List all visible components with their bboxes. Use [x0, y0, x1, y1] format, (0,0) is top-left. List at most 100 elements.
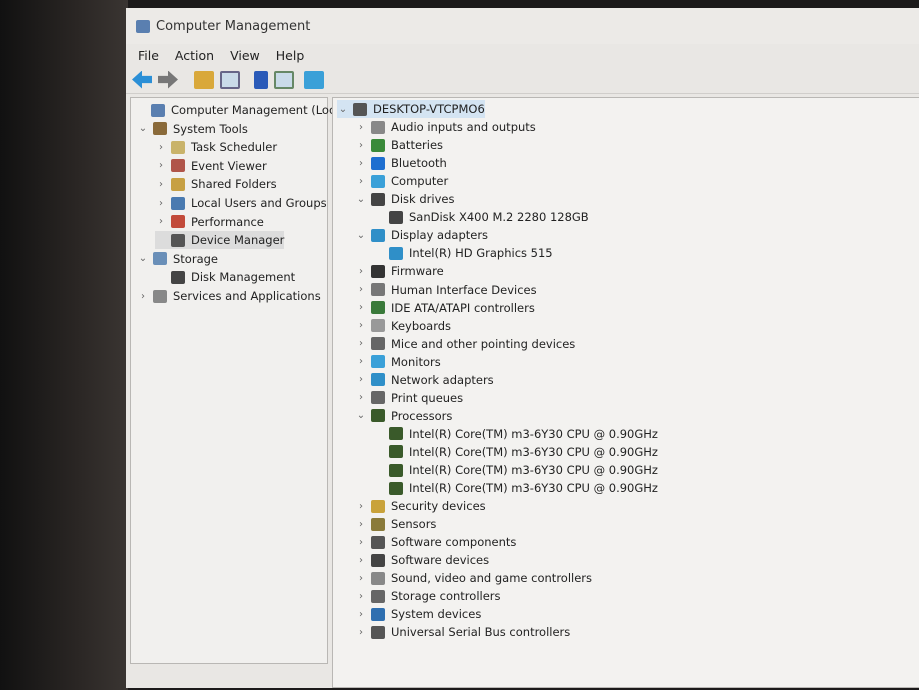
tree-item[interactable]: › Task Scheduler [155, 138, 277, 156]
chevron-right-icon[interactable]: › [355, 284, 367, 295]
tree-item[interactable]: › Human Interface Devices [355, 281, 537, 299]
tree-item[interactable]: › Mice and other pointing devices [355, 335, 575, 353]
device-icon [371, 607, 385, 621]
device-icon [371, 409, 385, 423]
show-hide-tree-icon[interactable] [220, 70, 240, 89]
device-icon [371, 337, 385, 351]
chevron-right-icon[interactable]: › [355, 320, 367, 331]
tree-item-label: Task Scheduler [191, 140, 278, 155]
device-icon [371, 391, 385, 405]
tree-item[interactable]: › Batteries [355, 136, 443, 154]
tree-item[interactable]: › Monitors [355, 353, 441, 371]
tree-item[interactable]: › Keyboards [355, 317, 451, 335]
chevron-right-icon[interactable]: › [355, 609, 367, 620]
tree-item-label: Shared Folders [191, 177, 277, 192]
tree-item[interactable]: ⌄ Processors [355, 407, 453, 425]
tree-item-label: Event Viewer [191, 158, 267, 173]
chevron-right-icon[interactable]: › [355, 356, 367, 367]
folder-up-icon[interactable] [194, 70, 214, 89]
chevron-down-icon[interactable]: ⌄ [355, 194, 367, 205]
tree-item[interactable]: › Local Users and Groups [155, 194, 327, 212]
tree-item-label: System Tools [173, 121, 248, 136]
tree-item[interactable]: › IDE ATA/ATAPI controllers [355, 299, 535, 317]
device-icon [371, 373, 385, 387]
tree-item[interactable]: Intel(R) Core(TM) m3-6Y30 CPU @ 0.90GHz [373, 461, 658, 479]
device-tree-pane: ⌄ DESKTOP-VTCPMO6 › Audio inputs and output… [332, 97, 919, 688]
chevron-right-icon[interactable]: › [355, 158, 367, 169]
tree-item[interactable]: › Security devices [355, 497, 486, 515]
chevron-down-icon[interactable]: ⌄ [137, 253, 149, 264]
tree-item-label: Intel(R) Core(TM) m3-6Y30 CPU @ 0.90GHz [409, 463, 658, 477]
menu-view[interactable]: View [230, 48, 260, 63]
tree-item[interactable]: › Firmware [355, 262, 444, 280]
tree-item[interactable]: › Storage controllers [355, 587, 501, 605]
tree-item[interactable]: › Event Viewer [155, 157, 267, 175]
tree-item[interactable]: › Print queues [355, 389, 463, 407]
tree-item[interactable]: Intel(R) Core(TM) m3-6Y30 CPU @ 0.90GHz [373, 479, 658, 497]
tree-item[interactable]: Disk Management [155, 268, 295, 286]
show-action-pane-icon[interactable] [274, 70, 294, 89]
tree-item-label: SanDisk X400 M.2 2280 128GB [409, 210, 589, 225]
tree-item[interactable]: › Sound, video and game controllers [355, 569, 592, 587]
tree-item[interactable]: Intel(R) Core(TM) m3-6Y30 CPU @ 0.90GHz [373, 443, 658, 461]
tree-item[interactable]: Intel(R) HD Graphics 515 [373, 244, 553, 262]
tree-item[interactable]: Computer Management (Local) [135, 101, 350, 119]
chevron-right-icon[interactable]: › [355, 627, 367, 638]
tree-item[interactable]: › Shared Folders [155, 175, 277, 193]
tree-item-label: Display adapters [391, 228, 489, 243]
chevron-down-icon[interactable]: ⌄ [137, 123, 149, 134]
tree-item[interactable]: ⌄ DESKTOP-VTCPMO6 [337, 100, 485, 118]
chevron-right-icon[interactable]: › [355, 519, 367, 530]
chevron-down-icon[interactable]: ⌄ [355, 230, 367, 241]
chevron-down-icon[interactable]: ⌄ [355, 410, 367, 421]
chevron-right-icon[interactable]: › [355, 140, 367, 151]
tree-item[interactable]: › Bluetooth [355, 154, 447, 172]
chevron-right-icon[interactable]: › [355, 302, 367, 313]
tree-item[interactable]: SanDisk X400 M.2 2280 128GB [373, 208, 589, 226]
chevron-right-icon[interactable]: › [155, 216, 167, 227]
forward-icon[interactable] [158, 70, 178, 89]
menu-help[interactable]: Help [276, 48, 305, 63]
help-icon[interactable] [254, 70, 268, 89]
chevron-right-icon[interactable]: › [355, 338, 367, 349]
tree-item[interactable]: ⌄ System Tools [137, 120, 248, 138]
monitor-icon[interactable] [304, 70, 324, 89]
tree-item[interactable]: › Universal Serial Bus controllers [355, 623, 570, 641]
chevron-right-icon[interactable]: › [355, 573, 367, 584]
chevron-right-icon[interactable]: › [137, 291, 149, 302]
tree-item[interactable]: › Network adapters [355, 371, 494, 389]
tree-item[interactable]: › Computer [355, 172, 448, 190]
device-icon [171, 215, 185, 229]
chevron-right-icon[interactable]: › [155, 160, 167, 171]
chevron-right-icon[interactable]: › [155, 179, 167, 190]
tree-item[interactable]: › Audio inputs and outputs [355, 118, 536, 136]
chevron-right-icon[interactable]: › [355, 122, 367, 133]
chevron-right-icon[interactable]: › [355, 374, 367, 385]
tree-item[interactable]: ⌄ Storage [137, 250, 218, 268]
chevron-right-icon[interactable]: › [355, 266, 367, 277]
tree-item[interactable]: › Performance [155, 213, 264, 231]
chevron-right-icon[interactable]: › [355, 537, 367, 548]
chevron-right-icon[interactable]: › [155, 198, 167, 209]
tree-item[interactable]: › Sensors [355, 515, 436, 533]
tree-item[interactable]: › Services and Applications [137, 287, 321, 305]
tree-item[interactable]: ⌄ Display adapters [355, 226, 488, 244]
tree-item[interactable]: Intel(R) Core(TM) m3-6Y30 CPU @ 0.90GHz [373, 425, 658, 443]
device-icon [389, 463, 403, 477]
chevron-right-icon[interactable]: › [355, 591, 367, 602]
back-icon[interactable] [132, 70, 152, 89]
chevron-down-icon[interactable]: ⌄ [337, 104, 349, 115]
menu-file[interactable]: File [138, 48, 159, 63]
menu-action[interactable]: Action [175, 48, 214, 63]
tree-item[interactable]: › Software components [355, 533, 516, 551]
tree-item-label: Intel(R) Core(TM) m3-6Y30 CPU @ 0.90GHz [409, 481, 658, 496]
chevron-right-icon[interactable]: › [355, 176, 367, 187]
tree-item[interactable]: ⌄ Disk drives [355, 190, 455, 208]
tree-item[interactable]: Device Manager [155, 231, 285, 250]
chevron-right-icon[interactable]: › [355, 555, 367, 566]
tree-item[interactable]: › System devices [355, 605, 481, 623]
chevron-right-icon[interactable]: › [355, 392, 367, 403]
chevron-right-icon[interactable]: › [155, 142, 167, 153]
tree-item[interactable]: › Software devices [355, 551, 489, 569]
chevron-right-icon[interactable]: › [355, 501, 367, 512]
